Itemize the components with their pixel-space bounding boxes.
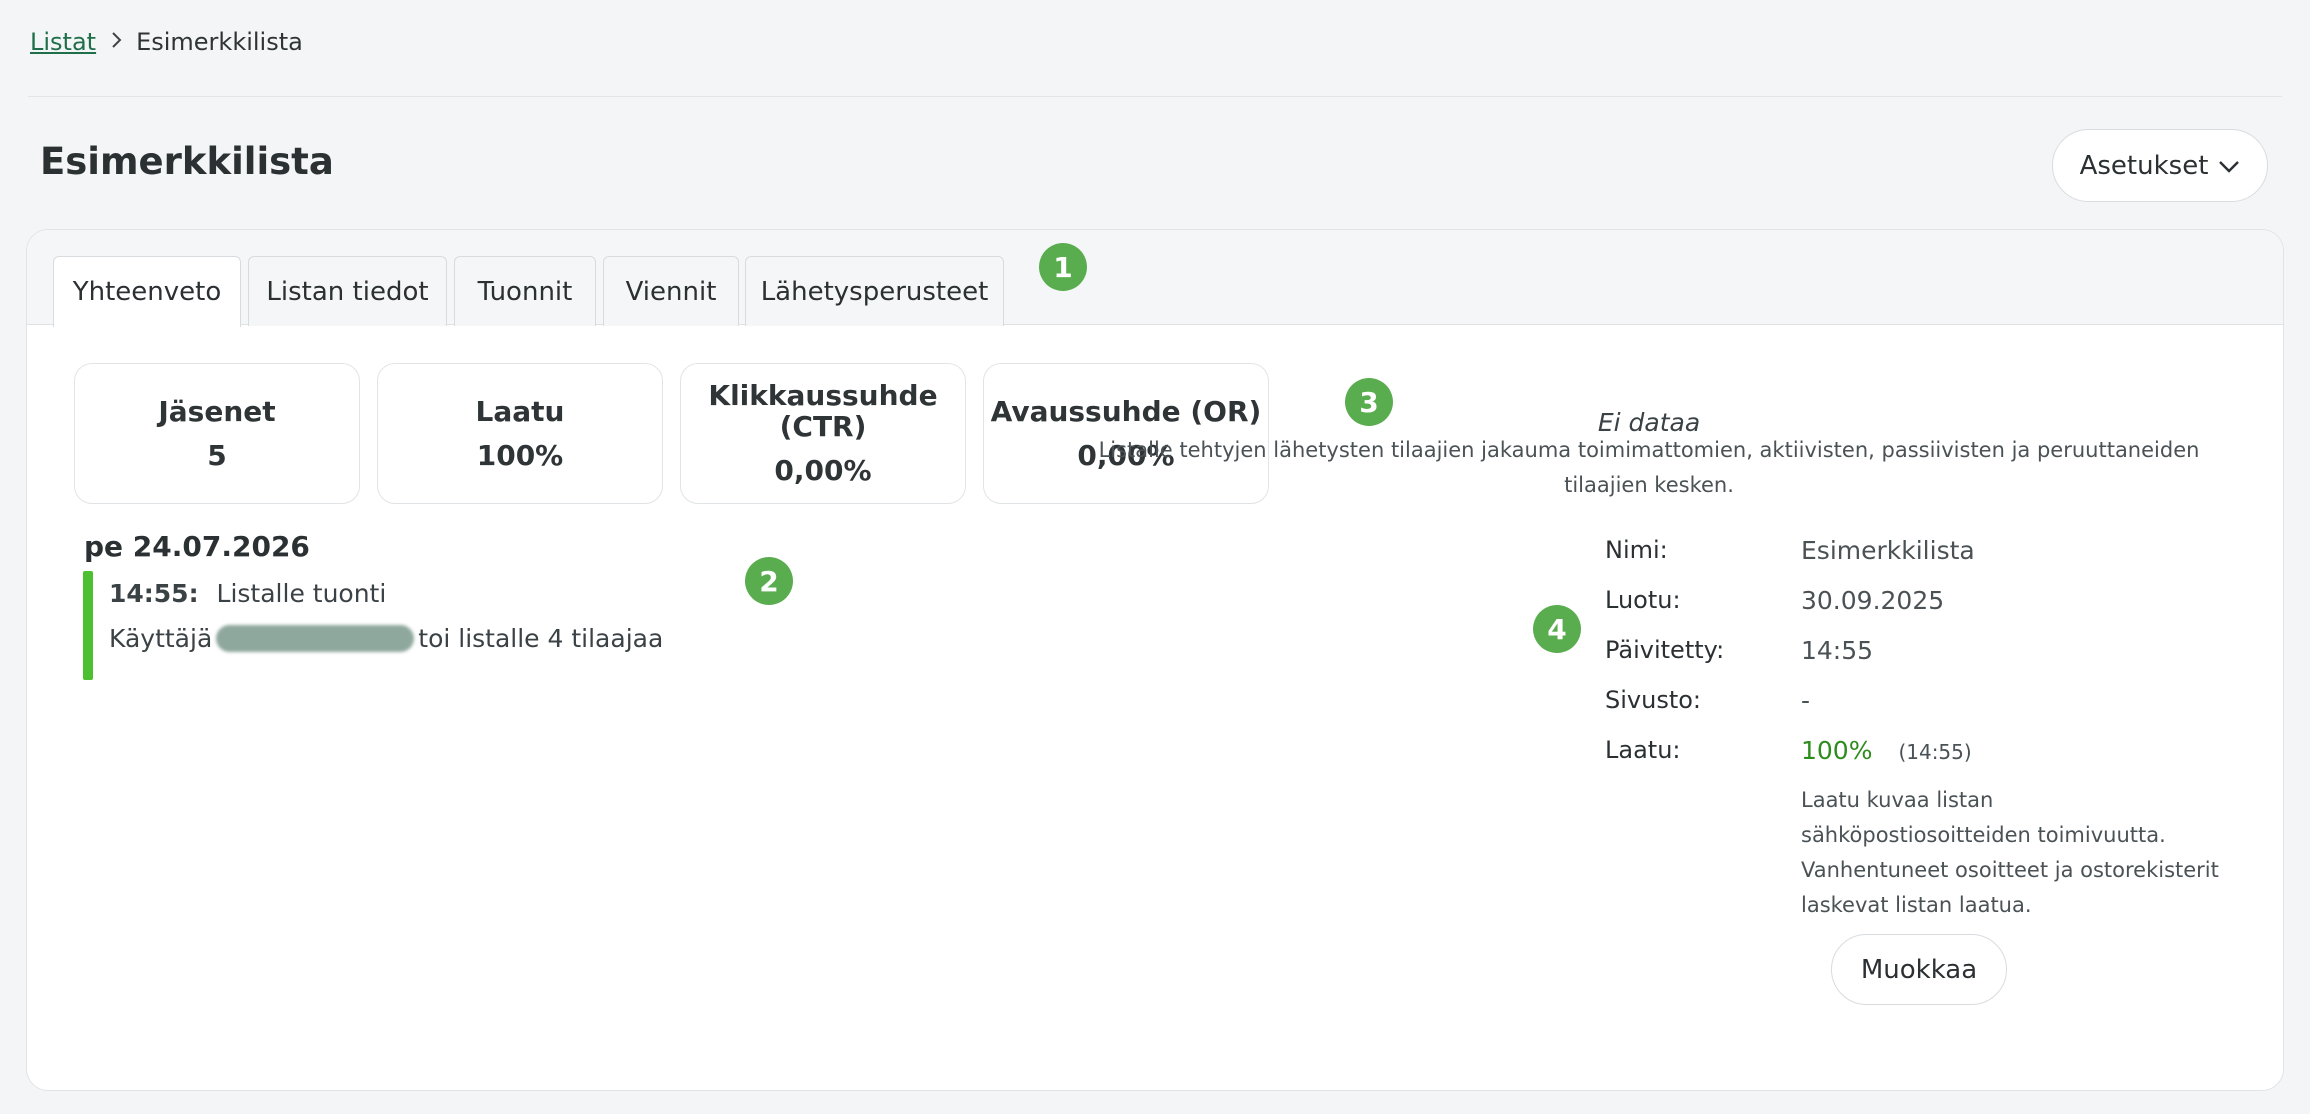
- quality-description: Laatu kuvaa listan sähköpostiosoitteiden…: [1801, 788, 2219, 917]
- stat-card-ctr: Klikkaussuhde (CTR) 0,00%: [680, 363, 966, 504]
- breadcrumb: Listat Esimerkkilista: [30, 28, 303, 56]
- tab-label: Lähetysperusteet: [760, 276, 989, 307]
- tab-list-details[interactable]: Listan tiedot: [248, 256, 447, 326]
- annotation-badge-2: 2: [745, 557, 793, 605]
- tab-imports[interactable]: Tuonnit: [454, 256, 596, 326]
- timeline-event-title: Listalle tuonti: [216, 579, 387, 608]
- tab-label: Tuonnit: [477, 276, 573, 307]
- timeline-event: 14:55: Listalle tuonti: [109, 579, 386, 608]
- tab-summary[interactable]: Yhteenveto: [53, 256, 241, 327]
- info-quality-value: 100% (14:55): [1801, 736, 1972, 765]
- stat-label: Laatu: [475, 394, 565, 428]
- breadcrumb-link-lists[interactable]: Listat: [30, 28, 96, 56]
- breadcrumb-current: Esimerkkilista: [136, 28, 303, 56]
- page-title: Esimerkkilista: [40, 140, 334, 183]
- info-name-label: Nimi:: [1605, 536, 1668, 564]
- settings-button-label: Asetukset: [2079, 150, 2209, 181]
- timeline-indicator: [83, 571, 93, 680]
- timeline-event-detail: Käyttäjä toi listalle 4 tilaajaa: [109, 624, 663, 653]
- info-site-value: -: [1801, 686, 1811, 715]
- tab-exports[interactable]: Viennit: [603, 256, 739, 326]
- stat-value: 100%: [476, 438, 564, 472]
- quality-time: (14:55): [1898, 740, 1972, 764]
- redacted-user-name: [216, 625, 415, 652]
- timeline-detail-suffix: toi listalle 4 tilaajaa: [418, 624, 664, 653]
- stat-label: Jäsenet: [158, 394, 276, 428]
- settings-button[interactable]: Asetukset: [2052, 129, 2268, 202]
- info-created-label: Luotu:: [1605, 586, 1681, 614]
- divider: [28, 96, 2282, 97]
- info-updated-value: 14:55: [1801, 636, 1874, 665]
- stat-card-quality: Laatu 100%: [377, 363, 663, 504]
- annotation-badge-1: 1: [1039, 243, 1087, 291]
- chevron-right-icon: [110, 30, 124, 55]
- distribution-description: Listalle tehtyjen lähetysten tilaajien j…: [1098, 438, 2200, 497]
- stat-card-members: Jäsenet 5: [74, 363, 360, 504]
- tab-label: Yhteenveto: [72, 277, 222, 307]
- info-site-label: Sivusto:: [1605, 686, 1701, 714]
- list-summary-card: Yhteenveto Listan tiedot Tuonnit Viennit…: [26, 229, 2284, 1091]
- info-name-value: Esimerkkilista: [1801, 536, 1975, 565]
- stat-value: 0,00%: [774, 454, 872, 487]
- timeline-detail-prefix: Käyttäjä: [109, 624, 213, 653]
- tab-label: Viennit: [625, 276, 717, 307]
- stat-value: 5: [207, 438, 227, 472]
- quality-percent: 100%: [1801, 736, 1873, 765]
- info-created-value: 30.09.2025: [1801, 586, 1945, 615]
- timeline-time: 14:55:: [109, 579, 199, 608]
- edit-button[interactable]: Muokkaa: [1831, 934, 2007, 1005]
- timeline-date: pe 24.07.2026: [84, 530, 310, 563]
- annotation-badge-4: 4: [1533, 605, 1581, 653]
- stat-label: Klikkaussuhde (CTR): [708, 379, 938, 443]
- tab-bar: Yhteenveto Listan tiedot Tuonnit Viennit…: [27, 230, 2283, 327]
- info-updated-label: Päivitetty:: [1605, 636, 1725, 664]
- tab-send-criteria[interactable]: Lähetysperusteet: [745, 256, 1004, 326]
- chevron-down-icon: [2218, 151, 2240, 181]
- tab-label: Listan tiedot: [266, 276, 429, 307]
- info-quality-label: Laatu:: [1605, 736, 1681, 764]
